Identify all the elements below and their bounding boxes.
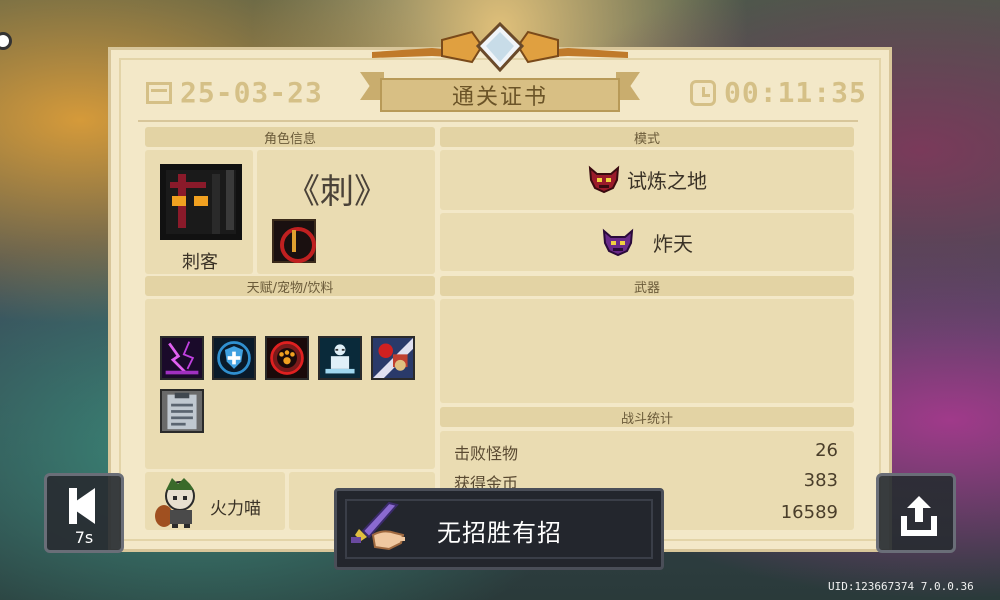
mode-difficulty-label: 炸天 <box>653 231 693 256</box>
character-class: 刺客 <box>182 252 218 273</box>
statue-talent-icon[interactable] <box>318 336 362 380</box>
stat-value: 16589 <box>780 502 838 523</box>
section-talents: 天赋/宠物/饮料 <box>145 276 435 296</box>
header-divider <box>138 120 858 122</box>
time-display: 00:11:35 <box>690 76 867 109</box>
boxing-talent-icon[interactable] <box>371 336 415 380</box>
certificate-title: 通关证书 <box>451 85 548 110</box>
uid-version-text: UID:123667374 7.0.0.36 <box>828 580 974 593</box>
pet-name: 火力喵 <box>210 499 261 519</box>
certificate-title-ribbon: 通关证书 <box>380 78 620 112</box>
mode-difficulty: 炸天 <box>440 225 854 259</box>
clock-icon <box>690 79 716 106</box>
purple-demon-icon <box>602 228 634 257</box>
section-battle-stats: 战斗统计 <box>440 407 854 427</box>
clipboard-talent-icon[interactable] <box>160 389 204 433</box>
achievement-toast: 无招胜有招 <box>334 488 664 570</box>
trial-demon-icon <box>588 165 620 194</box>
time-value: 00:11:35 <box>724 76 867 109</box>
section-weapons: 武器 <box>440 276 854 296</box>
calendar-icon <box>146 81 172 104</box>
assassin-portrait-icon <box>160 164 242 240</box>
assassin-skill-icon <box>272 219 316 263</box>
back-arrow-icon <box>69 488 95 524</box>
stat-value: 26 <box>815 440 838 461</box>
date-value: 25-03-23 <box>180 76 323 109</box>
section-mode: 模式 <box>440 127 854 147</box>
fire-cat-pet-icon <box>155 478 195 528</box>
stat-label: 击败怪物 <box>454 444 519 463</box>
mode-trial: 试炼之地 <box>440 162 854 196</box>
section-character-info: 角色信息 <box>145 127 435 147</box>
character-name: 《刺》 <box>286 172 388 212</box>
back-button[interactable]: 7s <box>44 473 124 553</box>
lightning-talent-icon[interactable] <box>160 336 204 380</box>
weapons-box <box>440 299 854 403</box>
achievement-text: 无招胜有招 <box>437 519 562 547</box>
stat-value: 383 <box>803 470 838 491</box>
crest-ornament-icon <box>372 22 628 72</box>
share-icon <box>901 496 937 536</box>
shield-talent-icon[interactable] <box>212 336 256 380</box>
date-display: 25-03-23 <box>146 76 323 109</box>
talents-box <box>145 299 435 469</box>
sword-hand-icon <box>351 501 405 551</box>
back-timer: 7s <box>74 528 94 547</box>
stat-row-kills: 击败怪物 26 <box>440 440 852 464</box>
mode-trial-label: 试炼之地 <box>627 168 707 193</box>
paw-talent-icon[interactable] <box>265 336 309 380</box>
share-button[interactable] <box>876 473 956 553</box>
